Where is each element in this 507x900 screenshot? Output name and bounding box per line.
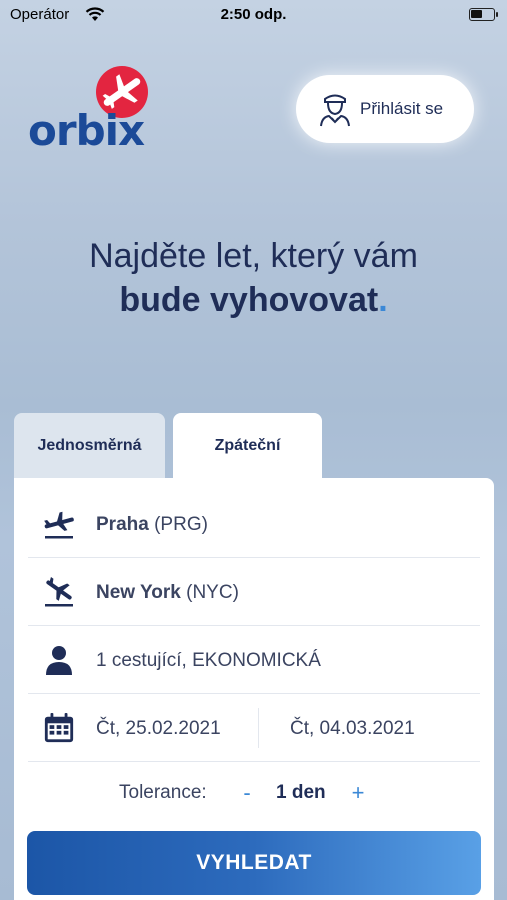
destination-text: New York (NYC): [96, 582, 239, 604]
passengers-field[interactable]: 1 cestující, EKONOMICKÁ: [28, 626, 480, 694]
tolerance-label: Tolerance:: [119, 782, 207, 803]
origin-city: Praha: [96, 514, 149, 535]
destination-code: (NYC): [186, 582, 239, 603]
departure-date[interactable]: Čt, 25.02.2021: [96, 718, 221, 740]
battery-icon: [469, 8, 498, 21]
calendar-icon: [44, 712, 74, 743]
headline-line2: bude vyhovovat.: [0, 278, 507, 322]
status-time: 2:50 odp.: [220, 6, 287, 23]
departure-icon: [44, 511, 74, 539]
origin-text: Praha (PRG): [96, 514, 208, 536]
headline-bold: bude vyhovovat: [119, 281, 379, 319]
person-icon: [46, 646, 72, 675]
tolerance-control: Tolerance: - 1 den +: [0, 780, 507, 810]
login-label: Přihlásit se: [360, 99, 444, 118]
headline-dot: .: [378, 281, 388, 319]
tolerance-decrease-button[interactable]: -: [239, 780, 255, 806]
destination-city: New York: [96, 582, 181, 603]
headline-line1: Najděte let, který vám: [89, 237, 418, 275]
origin-field[interactable]: Praha (PRG): [28, 490, 480, 558]
destination-field[interactable]: New York (NYC): [28, 558, 480, 626]
date-divider: [258, 708, 259, 748]
login-button[interactable]: Přihlásit se: [296, 75, 474, 143]
tolerance-value: 1 den: [276, 782, 326, 803]
status-bar: Operátor 2:50 odp.: [0, 0, 507, 30]
pilot-icon: [320, 94, 350, 127]
tab-one-way[interactable]: Jednosměrná: [14, 413, 165, 479]
arrival-icon: [45, 577, 73, 607]
tolerance-increase-button[interactable]: +: [349, 780, 367, 806]
origin-code: (PRG): [154, 514, 208, 535]
passengers-text: 1 cestující, EKONOMICKÁ: [96, 650, 321, 671]
search-button[interactable]: VYHLEDAT: [27, 831, 481, 895]
headline: Najděte let, který vám bude vyhovovat.: [0, 234, 507, 322]
orbix-logo[interactable]: orbix: [28, 66, 168, 156]
dates-field: Čt, 25.02.2021 Čt, 04.03.2021: [28, 694, 480, 762]
tab-return[interactable]: Zpáteční: [173, 413, 322, 479]
brand-name: orbix: [28, 106, 145, 155]
return-date[interactable]: Čt, 04.03.2021: [290, 718, 415, 740]
